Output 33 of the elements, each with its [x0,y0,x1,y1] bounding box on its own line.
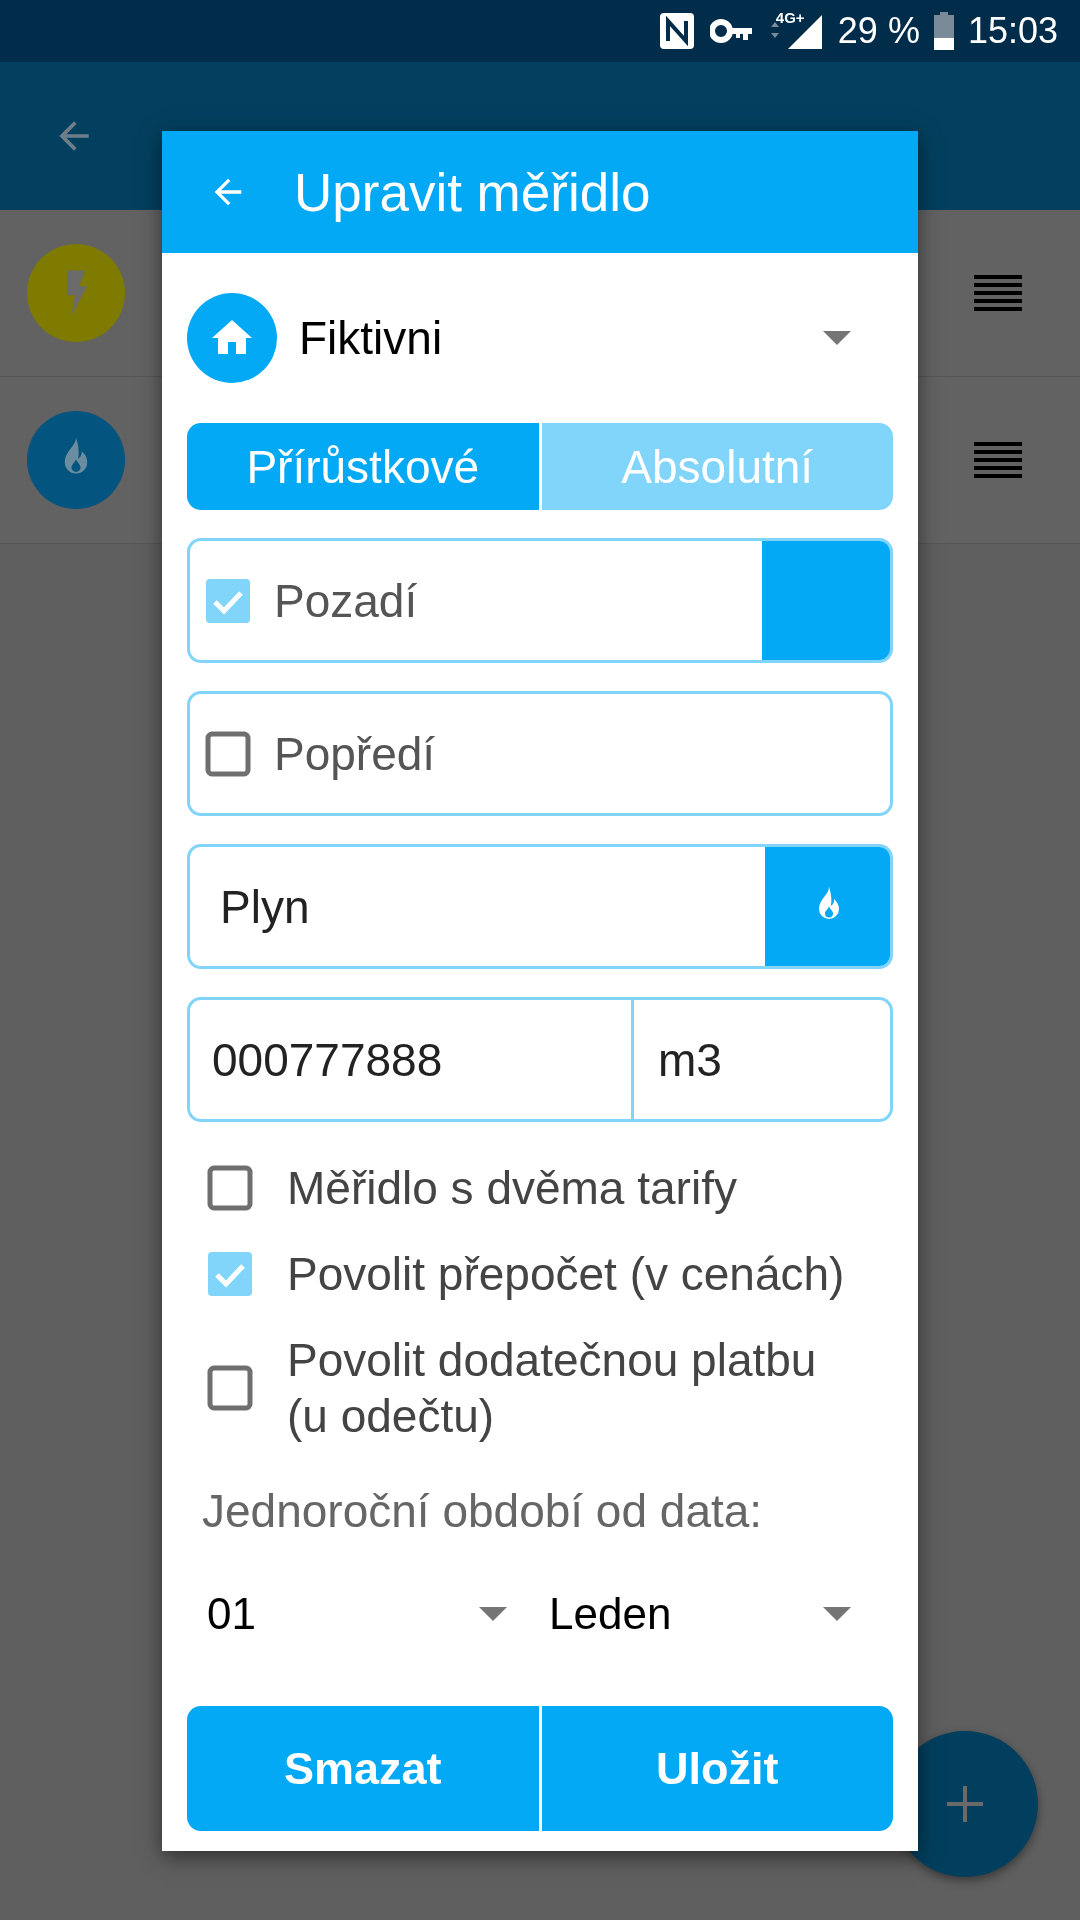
checkbox[interactable] [204,576,252,625]
dropdown-arrow-icon [823,331,851,345]
dropdown-arrow-icon [823,1607,851,1621]
place-dropdown[interactable]: Fiktivni [187,253,893,423]
key-icon [709,19,754,43]
clock: 15:03 [967,10,1058,52]
drag-handle-icon[interactable] [974,442,1022,478]
checkbox[interactable] [206,1250,254,1298]
name-input[interactable]: Plyn [190,847,765,966]
network-type: 4G+ [775,9,805,26]
name-field[interactable]: Plyn [187,844,893,969]
battery-icon [933,12,954,50]
option-label: Povolit přepočet (v cenách) [287,1247,846,1302]
checkbox[interactable] [204,729,252,778]
drag-handle-icon[interactable] [974,275,1022,311]
dialog-title: Upravit měřidlo [294,161,651,223]
month-dropdown[interactable]: Leden [549,1589,893,1639]
option-label: Pozadí [274,573,419,628]
period-label: Jednoroční období od data: [202,1484,764,1538]
battery-percent: 29 % [837,10,920,52]
option-label: Měřidlo s dvěma tarify [287,1161,738,1216]
place-value: Fiktivni [299,311,444,365]
option-label: Povolit dodatečnou platbu (u odečtu) [287,1333,818,1444]
option-label: Popředí [274,726,437,781]
background-option[interactable]: Pozadí [187,538,893,663]
day-dropdown[interactable]: 01 [187,1589,549,1639]
foreground-option[interactable]: Popředí [187,691,893,816]
dropdown-arrow-icon [479,1607,507,1621]
nfc-icon [657,11,696,51]
color-swatch[interactable] [762,541,890,660]
checkbox[interactable] [206,1164,254,1212]
plus-icon [945,1784,985,1824]
checkbox[interactable] [206,1364,254,1412]
